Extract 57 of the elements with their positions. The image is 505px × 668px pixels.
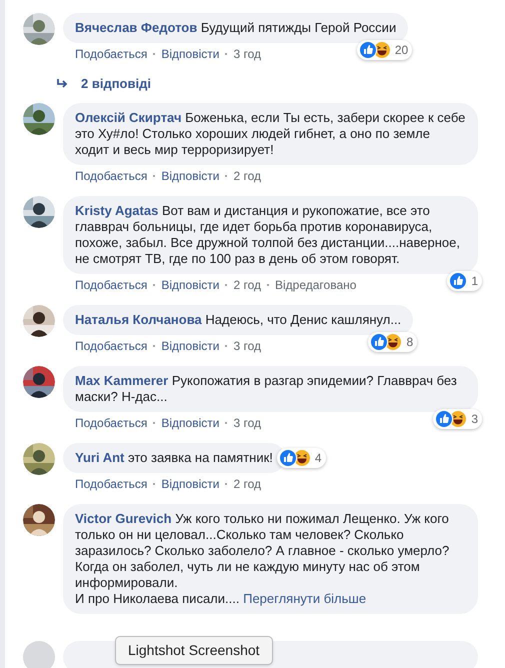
comment-text: Kristy Agatas Вот вам и дистанция и рукопожатие, все это главврач больницы, где идет борьба против коронавируса, похоже, забыл. Все дружной толпой без дистанции....наверное, не смотрят ТВ, где по 100 раз в день об этом говорят.: [75, 202, 461, 266]
edited-label: Відредаговано: [275, 276, 356, 292]
thumbs-up-icon: [370, 332, 388, 350]
reply-arrow-icon: [57, 78, 69, 89]
see-more-link[interactable]: Переглянути більше: [243, 590, 366, 606]
comment-text: Victor Gurevich Уж кого только ни пожимал Лещенко. Уж кого только он ни целовал...Сколько там человек? Сколько заразилось? Сколько заболело? А главное - сколько умерло? Когда он заболел, чуть ли не каждую минуту нас об этом информировали. И про Николаева писали.... Переглянути більше: [75, 510, 450, 606]
like-link[interactable]: Подобається: [75, 414, 148, 430]
timestamp[interactable]: 3 год: [233, 414, 261, 430]
laughing-face-icon: [449, 410, 468, 428]
reply-link[interactable]: Відповісти: [161, 168, 220, 184]
like-link[interactable]: Подобається: [75, 476, 148, 492]
reply-link[interactable]: Відповісти: [161, 414, 220, 430]
comment-text: Вячеслав Федотов Будущий пятижды Герой России: [75, 20, 396, 36]
thumbs-up-icon: [449, 272, 468, 290]
timestamp[interactable]: 3 год: [233, 46, 261, 62]
like-link[interactable]: Подобається: [75, 338, 148, 354]
reactions-badge[interactable]: 4: [276, 448, 326, 468]
author-link[interactable]: Max Kammerer: [75, 372, 168, 388]
thumbs-up-icon: [358, 41, 377, 59]
reaction-count: 1: [471, 272, 478, 288]
author-link[interactable]: Вячеслав Федотов: [75, 20, 198, 35]
reactions-badge[interactable]: 8: [368, 332, 418, 352]
laughing-face-icon: [384, 332, 402, 350]
reply-link[interactable]: Відповісти: [161, 338, 220, 354]
thumbs-up-icon: [278, 448, 297, 466]
laughing-face-icon: [372, 41, 391, 59]
user-avatar: [23, 640, 55, 668]
like-link[interactable]: Подобається: [75, 168, 148, 184]
comment-text: Олексій Скиртач Боженька, если Ты есть, забери скорее к себе это Ху#ло! Столько хороших людей гибнет, а оно по земле ходит и весь мир терроризирует!: [75, 110, 466, 158]
reply-link[interactable]: Відповісти: [161, 276, 220, 292]
comment-text: Max Kammerer Рукопожатия в разгар эпидемии? Главврач без маски? Н-дас...: [75, 372, 458, 404]
view-replies-link[interactable]: 2 відповіді: [81, 74, 151, 94]
author-link[interactable]: Yuri Ant: [75, 450, 124, 464]
timestamp[interactable]: 3 год: [233, 338, 261, 354]
comment-text: Наталья Колчанова Надеюсь, что Денис кашлянул...: [75, 312, 402, 328]
comment-text: Yuri Ant это заявка на памятник!: [75, 450, 273, 466]
thumbs-up-icon: [435, 410, 454, 428]
reaction-count: 8: [406, 334, 414, 350]
author-link[interactable]: Олексій Скиртач: [75, 110, 182, 124]
reply-link[interactable]: Відповісти: [161, 46, 220, 62]
timestamp[interactable]: 2 год: [233, 476, 261, 492]
like-link[interactable]: Подобається: [75, 46, 148, 62]
reply-link[interactable]: Відповісти: [161, 476, 220, 492]
reaction-count: 20: [394, 42, 408, 58]
reactions-badge[interactable]: 1: [447, 270, 482, 290]
reactions-badge[interactable]: 20: [356, 40, 412, 60]
author-link[interactable]: Kristy Agatas: [75, 202, 158, 218]
reaction-count: 3: [471, 410, 478, 426]
like-link[interactable]: Подобається: [75, 276, 148, 292]
author-link[interactable]: Наталья Колчанова: [75, 312, 202, 326]
timestamp[interactable]: 2 год: [233, 276, 261, 292]
reaction-count: 4: [314, 450, 322, 466]
tooltip: Lightshot Screenshot: [115, 636, 273, 665]
laughing-face-icon: [292, 448, 311, 466]
timestamp[interactable]: 2 год: [233, 168, 261, 184]
reactions-badge[interactable]: 3: [433, 408, 482, 428]
author-link[interactable]: Victor Gurevich: [75, 510, 172, 526]
